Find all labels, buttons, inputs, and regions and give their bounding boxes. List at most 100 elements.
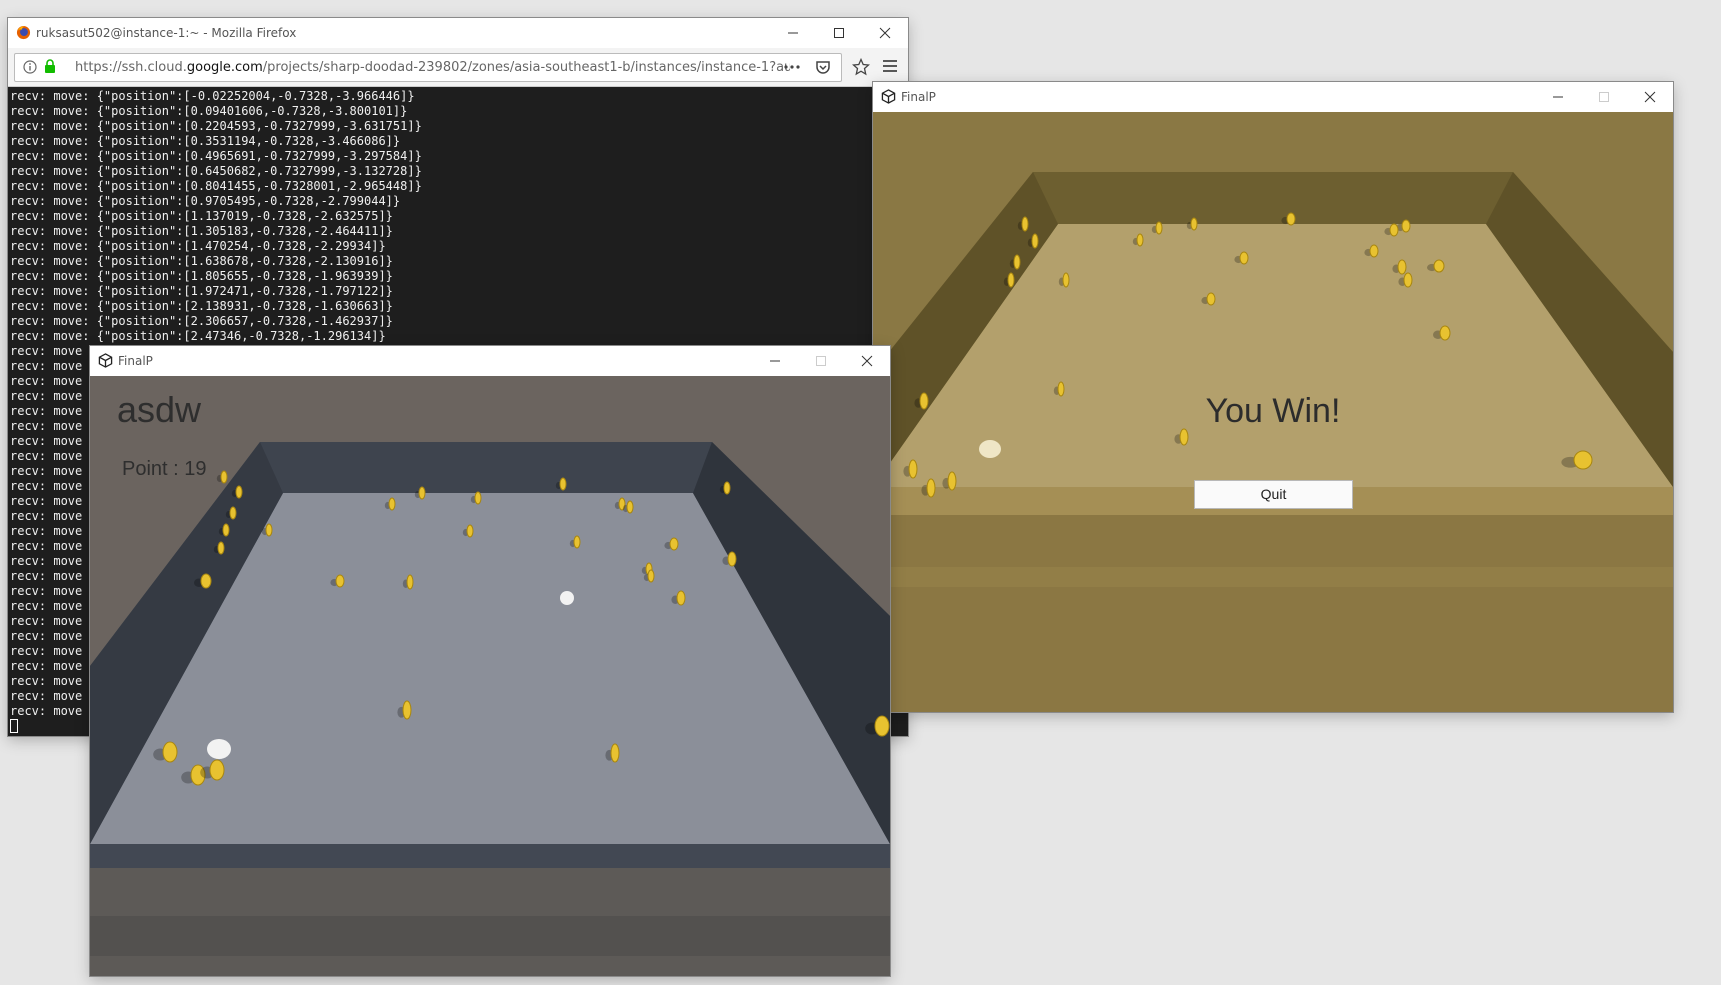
player-name: asdw	[117, 389, 202, 430]
unity-game-window-win: FinalP You Win! Quit	[873, 82, 1673, 712]
navigation-toolbar: https://ssh.cloud.google.com/projects/sh…	[8, 48, 908, 87]
coin	[1190, 217, 1198, 231]
terminal-line: recv: move: {"position":[0.3531194,-0.73…	[10, 134, 401, 148]
firefox-icon	[16, 25, 31, 40]
coin	[406, 574, 414, 590]
minimize-icon	[1553, 96, 1563, 98]
close-icon	[879, 27, 891, 39]
terminal-line: recv: move: {"position":[-0.02252004,-0.…	[10, 89, 415, 103]
coin	[1021, 216, 1029, 232]
coin	[874, 715, 890, 737]
terminal-line: recv: move: {"position":[0.6450682,-0.73…	[10, 164, 422, 178]
close-icon	[861, 355, 873, 367]
maximize-icon	[816, 356, 826, 366]
coin	[1397, 259, 1407, 275]
coin	[1031, 233, 1039, 249]
close-button[interactable]	[1627, 82, 1673, 112]
url-text[interactable]: https://ssh.cloud.google.com/projects/sh…	[75, 60, 790, 75]
maximize-button[interactable]	[1581, 82, 1627, 112]
minimize-icon	[770, 360, 780, 362]
url-domain: google.com	[186, 60, 263, 75]
coin	[947, 471, 957, 491]
page-actions-icon[interactable]	[783, 61, 801, 73]
coin	[162, 741, 178, 763]
coin	[1573, 450, 1593, 470]
terminal-line: recv: move: {"position":[1.972471,-0.732…	[10, 284, 393, 298]
coin	[1401, 219, 1411, 233]
bookmark-star-icon[interactable]	[852, 58, 870, 76]
terminal-line: recv: move: {"position":[1.470254,-0.732…	[10, 239, 386, 253]
maximize-icon	[1599, 92, 1609, 102]
coin	[418, 486, 426, 500]
coin	[926, 478, 936, 498]
minimize-button[interactable]	[770, 18, 816, 48]
url-prefix: https://ssh.cloud.	[75, 60, 187, 75]
coin	[220, 470, 228, 484]
coin	[1389, 223, 1399, 237]
coin	[1179, 428, 1189, 446]
game-viewport[interactable]: You Win! Quit	[873, 112, 1673, 712]
lock-icon[interactable]	[43, 59, 57, 74]
terminal-line: recv: move: {"position":[0.4965691,-0.73…	[10, 149, 422, 163]
coin	[1206, 292, 1216, 306]
window-title: FinalP	[901, 90, 936, 104]
unity-icon	[98, 353, 113, 368]
coin	[1013, 254, 1021, 270]
menu-icon[interactable]	[882, 59, 898, 73]
win-message: You Win!	[1205, 392, 1341, 430]
minimize-button[interactable]	[1535, 82, 1581, 112]
unity-titlebar[interactable]: FinalP	[90, 346, 890, 376]
url-bar[interactable]: https://ssh.cloud.google.com/projects/sh…	[14, 53, 842, 82]
coin	[727, 551, 737, 567]
coin	[466, 524, 474, 538]
terminal-line: recv: move: {"position":[2.138931,-0.732…	[10, 299, 393, 313]
coin	[474, 491, 482, 505]
coin	[647, 569, 655, 583]
coin	[559, 477, 567, 491]
url-path: /projects/sharp-doodad-239802/zones/asia…	[262, 60, 790, 75]
terminal-line: recv: move: {"position":[1.305183,-0.732…	[10, 224, 393, 238]
coin	[1136, 233, 1144, 247]
terminal-line: recv: move: {"position":[0.8041455,-0.73…	[10, 179, 422, 193]
coin	[1239, 251, 1249, 265]
minimize-icon	[788, 32, 798, 34]
coin	[235, 485, 243, 499]
unity-titlebar[interactable]: FinalP	[873, 82, 1673, 112]
coin	[669, 537, 679, 551]
info-icon[interactable]	[23, 60, 37, 74]
firefox-titlebar[interactable]: ruksasut502@instance-1:~ - Mozilla Firef…	[8, 18, 908, 48]
unity-game-window-play: FinalP asdw Point : 19	[90, 346, 890, 976]
coin	[1286, 212, 1296, 226]
coin	[335, 574, 345, 588]
unity-icon	[881, 89, 896, 104]
terminal-line: recv: move: {"position":[2.47346,-0.7328…	[10, 329, 386, 343]
coin	[626, 500, 634, 514]
coin	[908, 459, 918, 479]
close-button[interactable]	[844, 346, 890, 376]
terminal-line: recv: move: {"position":[1.638678,-0.732…	[10, 254, 393, 268]
coin	[1369, 244, 1379, 258]
point-counter: Point : 19	[122, 458, 207, 480]
coin	[1403, 272, 1413, 288]
coin	[723, 481, 731, 495]
game-viewport[interactable]: asdw Point : 19	[90, 376, 890, 976]
coin	[1062, 272, 1070, 288]
pocket-icon[interactable]	[815, 59, 831, 75]
coin	[222, 523, 230, 537]
close-button[interactable]	[862, 18, 908, 48]
minimize-button[interactable]	[752, 346, 798, 376]
maximize-button[interactable]	[798, 346, 844, 376]
maximize-button[interactable]	[816, 18, 862, 48]
coin	[229, 506, 237, 520]
coin	[217, 541, 225, 555]
game-scene	[90, 376, 890, 976]
quit-button[interactable]: Quit	[1194, 480, 1353, 509]
coin	[265, 523, 273, 537]
terminal-line: recv: move: {"position":[0.9705495,-0.73…	[10, 194, 401, 208]
coin	[610, 743, 620, 763]
coin	[1433, 259, 1445, 273]
maximize-icon	[834, 28, 844, 38]
terminal-line: recv: move: {"position":[2.306657,-0.732…	[10, 314, 393, 328]
terminal-line: recv: move: {"position":[1.137019,-0.732…	[10, 209, 393, 223]
coin	[402, 700, 412, 720]
